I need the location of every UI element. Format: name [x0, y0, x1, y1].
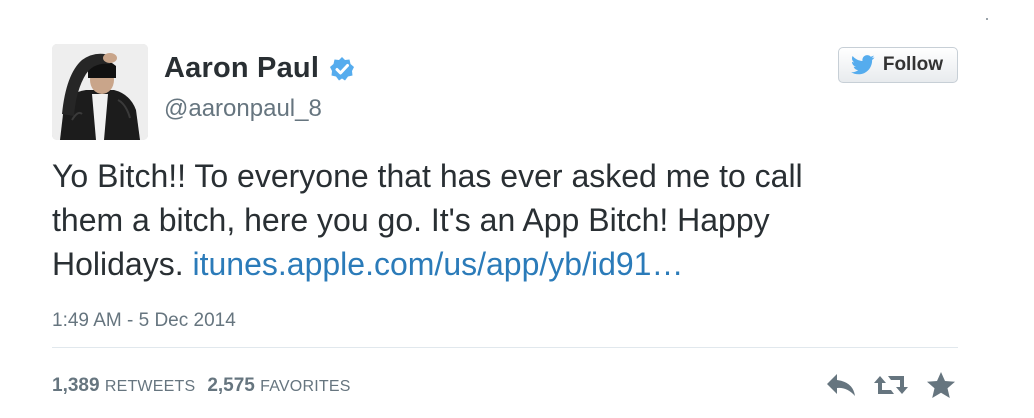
tweet-text-line-3: Holidays.: [52, 246, 184, 282]
divider: [52, 347, 958, 348]
tweet-actions: [824, 370, 958, 400]
twitter-bird-icon: [850, 55, 875, 75]
author-name-row: Aaron Paul: [164, 52, 355, 85]
favorite-button[interactable]: [924, 370, 958, 400]
person-avatar-icon: [52, 44, 148, 140]
follow-button[interactable]: Follow: [837, 47, 958, 83]
retweets-count: 1,389: [52, 375, 100, 396]
tweet-card: Aaron Paul @aaronpaul_8 Follow Yo Bitch!…: [52, 44, 958, 414]
tweet-timestamp[interactable]: 1:49 AM - 5 Dec 2014: [52, 310, 236, 332]
retweet-button[interactable]: [874, 370, 908, 400]
author-username[interactable]: @aaronpaul_8: [164, 95, 322, 123]
tweet-text-line-2: them a bitch, here you go. It's an App B…: [52, 202, 770, 238]
corner-mark: [986, 18, 988, 20]
retweet-icon: [874, 376, 908, 394]
favorites-stat[interactable]: 2,575 FAVORITES: [207, 375, 350, 397]
follow-button-label: Follow: [882, 54, 943, 75]
reply-icon: [827, 374, 855, 396]
author-fullname[interactable]: Aaron Paul: [164, 52, 319, 85]
tweet-stats: 1,389 RETWEETS 2,575 FAVORITES: [52, 375, 351, 397]
favorites-label: FAVORITES: [260, 378, 351, 395]
tweet-text-line-1: Yo Bitch!! To everyone that has ever ask…: [52, 158, 803, 194]
retweets-stat[interactable]: 1,389 RETWEETS: [52, 375, 195, 397]
tweet-link[interactable]: itunes.apple.com/us/app/yb/id91…: [193, 246, 684, 282]
reply-button[interactable]: [824, 370, 858, 400]
favorites-count: 2,575: [207, 375, 255, 396]
tweet-text: Yo Bitch!! To everyone that has ever ask…: [52, 154, 932, 286]
star-icon: [927, 372, 955, 398]
verified-badge-icon: [329, 56, 355, 82]
avatar[interactable]: [52, 44, 148, 140]
retweets-label: RETWEETS: [104, 378, 196, 395]
